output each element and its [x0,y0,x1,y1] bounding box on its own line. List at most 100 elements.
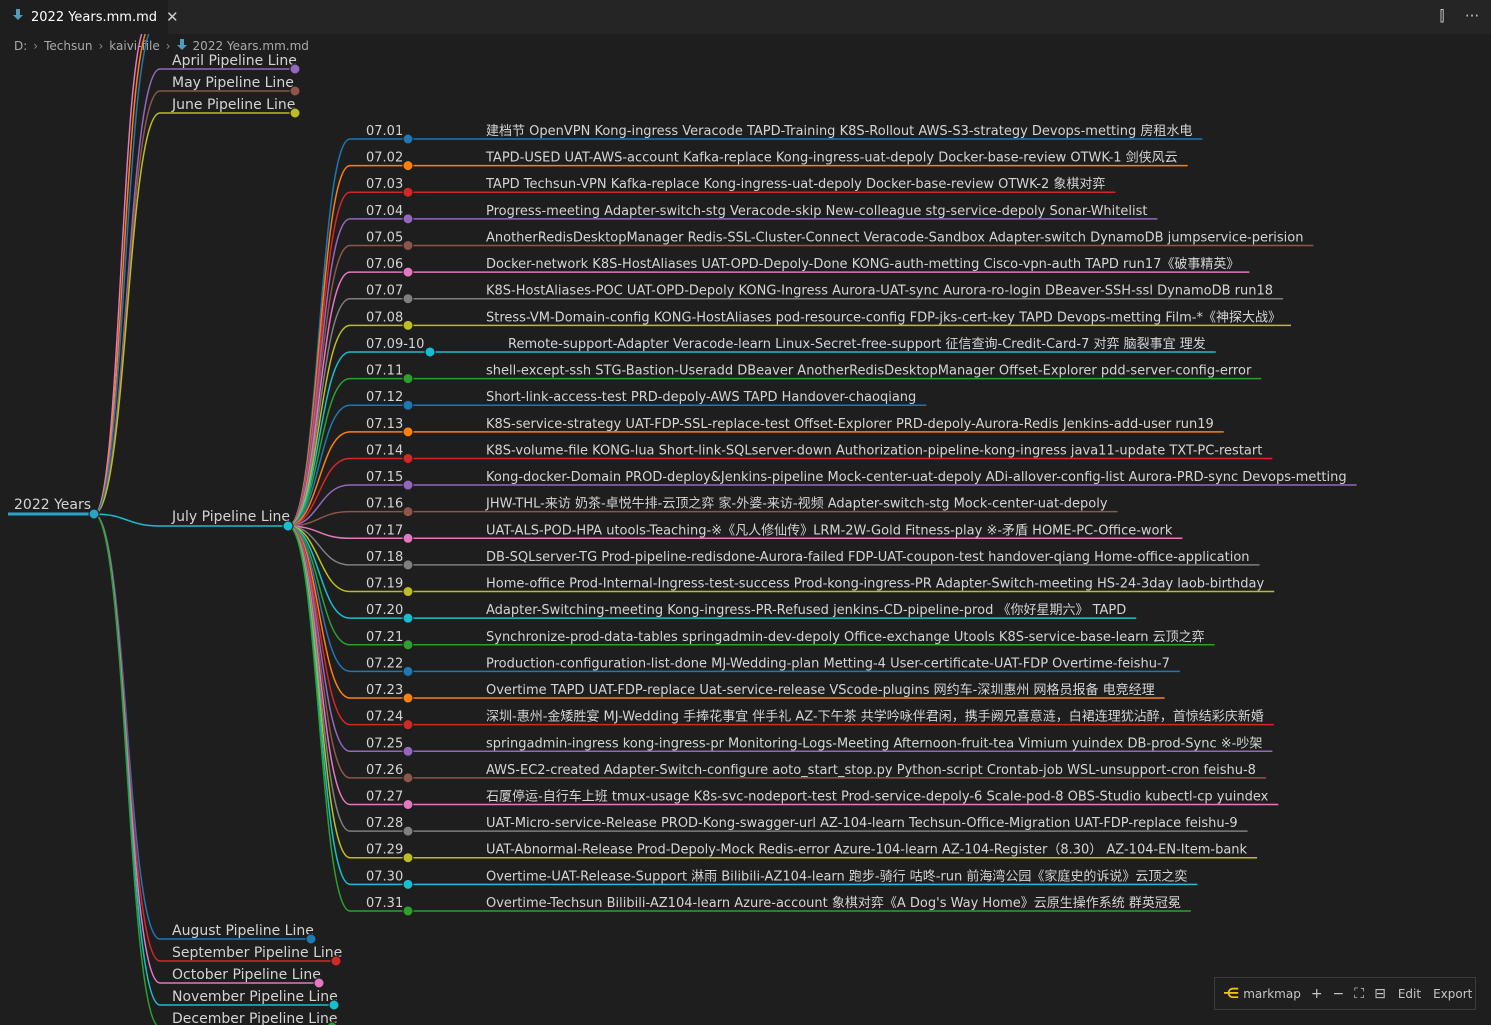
day-node[interactable] [402,399,414,411]
day-node[interactable] [402,745,414,757]
day-date[interactable]: 07.07 [366,284,403,299]
day-node[interactable] [402,799,414,810]
day-text[interactable]: DB-SQLserver-TG Prod-pipeline-redisdone-… [486,550,1250,565]
day-date[interactable]: 07.06 [366,257,403,272]
day-node[interactable] [402,160,414,172]
day-node[interactable] [402,293,414,305]
day-date[interactable]: 07.02 [366,151,403,166]
day-text[interactable]: Short-link-access-test PRD-depoly-AWS TA… [486,390,916,405]
day-text[interactable]: AnotherRedisDesktopManager Redis-SSL-Clu… [486,230,1303,245]
day-date[interactable]: 07.25 [366,736,403,751]
day-text[interactable]: Docker-network K8S-HostAliases UAT-OPD-D… [486,257,1239,272]
day-date[interactable]: 07.11 [366,364,403,379]
day-date[interactable]: 07.22 [366,656,403,671]
day-date[interactable]: 07.05 [366,230,403,245]
day-node[interactable] [402,878,414,890]
day-text[interactable]: JHW-THL-来访 奶茶-卓悦牛排-云顶之弈 家-外婆-来访-视频 Adapt… [485,496,1108,512]
day-date[interactable]: 07.15 [366,470,403,485]
day-node[interactable] [402,213,414,225]
day-text[interactable]: Kong-docker-Domain PROD-deploy&Jenkins-p… [486,470,1347,485]
day-text[interactable]: springadmin-ingress kong-ingress-pr Moni… [486,735,1262,751]
day-date[interactable]: 07.30 [366,869,403,884]
day-date[interactable]: 07.17 [366,523,403,538]
month-node[interactable] [289,63,301,75]
day-node[interactable] [402,452,414,464]
day-text[interactable]: TAPD-USED UAT-AWS-account Kafka-replace … [485,150,1178,166]
day-node[interactable] [402,133,414,145]
day-text[interactable]: TAPD Techsun-VPN Kafka-replace Kong-ingr… [485,176,1105,192]
month-node[interactable] [328,999,340,1011]
day-text[interactable]: UAT-ALS-POD-HPA utools-Teaching-※《凡人修仙传》… [486,523,1173,538]
day-date[interactable]: 07.27 [366,790,403,805]
month-node[interactable] [330,955,342,967]
month-label[interactable]: May Pipeline Line [172,75,294,91]
day-date[interactable]: 07.21 [366,630,403,645]
day-date[interactable]: 07.31 [366,896,403,911]
day-text[interactable]: Overtime-Techsun Bilibili-AZ104-learn Az… [486,895,1181,911]
day-date[interactable]: 07.04 [366,204,403,219]
day-date[interactable]: 07.26 [366,763,403,778]
day-node[interactable] [402,905,414,917]
day-text[interactable]: K8S-service-strategy UAT-FDP-SSL-replace… [486,417,1214,432]
day-node[interactable] [402,665,414,677]
day-node[interactable] [402,373,414,385]
close-icon[interactable]: ✕ [166,8,179,26]
zoom-in-button[interactable]: + [1311,986,1323,1002]
day-text[interactable]: shell-except-ssh STG-Bastion-Useradd DBe… [486,364,1252,379]
day-node[interactable] [402,266,414,278]
day-node[interactable] [402,239,414,251]
day-node[interactable] [402,772,414,784]
day-text[interactable]: Production-configuration-list-done MJ-We… [486,656,1170,671]
day-date[interactable]: 07.29 [366,843,403,858]
day-date[interactable]: 07.13 [366,417,403,432]
day-date[interactable]: 07.19 [366,577,403,592]
day-node[interactable] [402,825,414,837]
day-date[interactable]: 07.23 [366,683,403,698]
month-label[interactable]: November Pipeline Line [172,989,338,1005]
day-node[interactable] [402,506,414,518]
day-node[interactable] [402,852,414,864]
day-text[interactable]: Home-office Prod-Internal-Ingress-test-s… [486,577,1265,592]
day-text[interactable]: 建档节 OpenVPN Kong-ingress Veracode TAPD-T… [486,123,1192,139]
zoom-out-button[interactable]: − [1333,986,1345,1002]
day-text[interactable]: 深圳-惠州-金矮胜宴 MJ-Wedding 手捧花事宜 伴手礼 AZ-下午茶 共… [486,709,1264,725]
day-node[interactable] [402,426,414,438]
day-date[interactable]: 07.01 [366,124,403,139]
split-editor-icon[interactable]: ⫿ [1433,7,1451,25]
month-label-july[interactable]: July Pipeline Line [171,509,290,525]
month-node[interactable] [289,85,301,97]
day-text[interactable]: Overtime-UAT-Release-Support 淋雨 Bilibili… [486,868,1187,884]
day-text[interactable]: UAT-Abnormal-Release Prod-Depoly-Mock Re… [486,843,1248,858]
month-node[interactable] [305,933,317,945]
month-node-july[interactable] [282,520,294,532]
day-text[interactable]: Progress-meeting Adapter-switch-stg Vera… [486,204,1147,219]
toggle-recursively-button[interactable]: ⊟ [1374,986,1386,1002]
day-text[interactable]: 石厦停运-自行车上班 tmux-usage K8s-svc-nodeport-t… [486,789,1269,805]
export-button[interactable]: Export [1433,987,1472,1001]
day-text[interactable]: K8S-HostAliases-POC UAT-OPD-Depoly KONG-… [486,284,1273,299]
markmap-brand-link[interactable]: markmap [1243,987,1301,1001]
day-node[interactable] [402,319,414,331]
month-label[interactable]: August Pipeline Line [172,923,314,939]
root-node[interactable] [88,508,100,520]
day-node[interactable] [402,692,414,704]
month-label[interactable]: June Pipeline Line [171,97,295,113]
tab-2022-years[interactable]: 2022 Years.mm.md ✕ [0,0,179,34]
day-text[interactable]: Remote-support-Adapter Veracode-learn Li… [508,336,1206,352]
day-date[interactable]: 07.28 [366,816,403,831]
day-node[interactable] [402,586,414,598]
month-node[interactable] [289,107,301,119]
day-date[interactable]: 07.24 [366,710,403,725]
day-date[interactable]: 07.16 [366,497,403,512]
day-text[interactable]: Adapter-Switching-meeting Kong-ingress-P… [486,603,1126,618]
day-text[interactable]: UAT-Micro-service-Release PROD-Kong-swag… [486,816,1238,831]
day-node[interactable] [424,346,436,358]
day-date[interactable]: 07.18 [366,550,403,565]
day-node[interactable] [402,532,414,544]
day-text[interactable]: Stress-VM-Domain-config KONG-HostAliases… [486,310,1281,325]
day-text[interactable]: Overtime TAPD UAT-FDP-replace Uat-servic… [486,682,1155,698]
fit-window-button[interactable]: ⛶ [1354,986,1364,1002]
month-label[interactable]: December Pipeline Line [172,1011,337,1025]
day-date[interactable]: 07.08 [366,310,403,325]
month-label[interactable]: September Pipeline Line [172,945,342,961]
